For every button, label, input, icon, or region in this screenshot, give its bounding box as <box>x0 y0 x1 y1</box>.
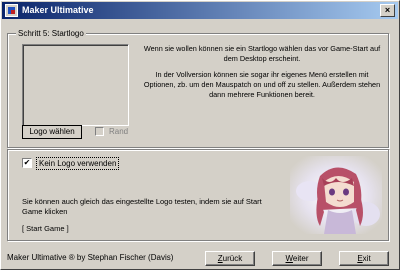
exit-button[interactable]: Exit <box>339 251 389 266</box>
credits-text: Maker Ultimative ® by Stephan Fischer (D… <box>7 253 174 262</box>
next-label: eiter <box>292 254 309 263</box>
close-icon: × <box>384 5 391 15</box>
test-description: Sie können auch gleich das eingestellte … <box>22 197 262 216</box>
exit-label: xit <box>362 254 371 263</box>
no-logo-label[interactable]: Kein Logo verwenden <box>36 157 120 170</box>
logo-preview-area <box>22 44 129 126</box>
group-title: Schritt 5: Startlogo <box>16 28 86 39</box>
next-accel: W <box>285 254 293 263</box>
app-icon <box>5 4 18 17</box>
startlogo-group: Schritt 5: Startlogo Wenn sie wollen kön… <box>7 28 389 148</box>
info-paragraph-2: In der Vollversion können sie sogar ihr … <box>143 70 381 99</box>
back-button[interactable]: Zurück <box>205 251 255 266</box>
info-text: Wenn sie wollen können sie ein Startlogo… <box>142 44 382 106</box>
info-paragraph-1: Wenn sie wollen können sie ein Startlogo… <box>143 44 381 63</box>
anime-portrait-image <box>290 156 382 234</box>
title-bar[interactable]: Maker Ultimative × <box>2 2 398 19</box>
choose-logo-button[interactable]: Logo wählen <box>22 125 82 139</box>
border-checkbox[interactable] <box>95 127 104 136</box>
close-button[interactable]: × <box>380 4 395 17</box>
border-label: Rand <box>109 127 129 136</box>
test-group: ✔ Kein Logo verwenden Sie können auch gl… <box>7 149 389 241</box>
no-logo-checkbox[interactable]: ✔ <box>22 158 32 168</box>
window-title: Maker Ultimative <box>22 5 94 15</box>
back-label: urück <box>222 254 243 263</box>
next-button[interactable]: Weiter <box>272 251 322 266</box>
start-game-link[interactable]: [ Start Game ] <box>22 224 69 234</box>
main-window: Maker Ultimative × Schritt 5: Startlogo … <box>0 0 400 270</box>
checkmark-icon: ✔ <box>23 158 31 167</box>
